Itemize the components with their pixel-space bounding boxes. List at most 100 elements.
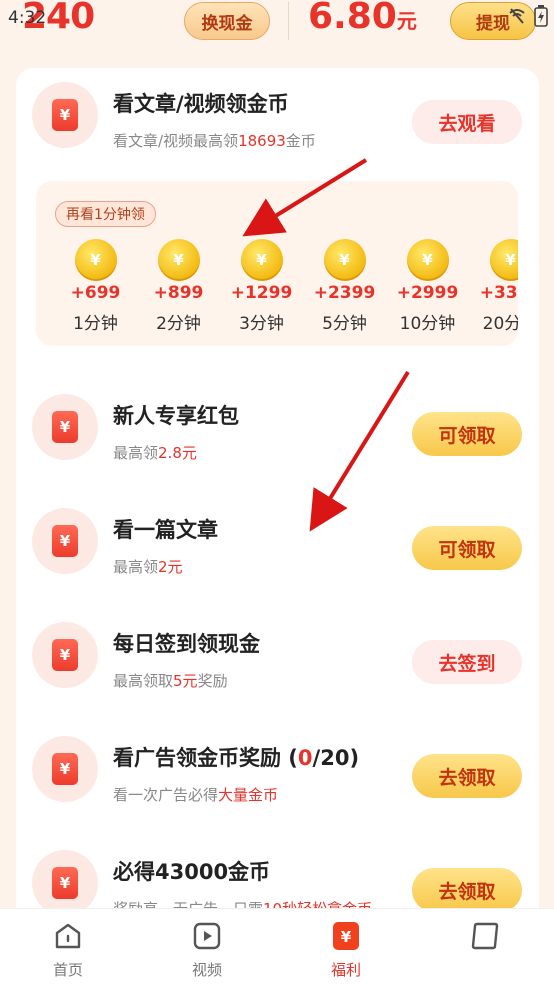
- nav-welfare[interactable]: ¥ 福利: [306, 919, 386, 980]
- welfare-red-packet-icon: ¥: [329, 919, 363, 953]
- cash-amount: 6.80: [308, 0, 397, 37]
- wifi-off-icon: [508, 7, 526, 29]
- gold-coin-icon: ¥: [74, 239, 117, 281]
- task-subtitle: 最高领2元: [113, 556, 183, 577]
- task-title: 看广告领金币奖励 (0/20): [113, 742, 359, 772]
- timeline-reward-item: ¥+3399 20分钟: [469, 239, 518, 334]
- task-subtitle-highlight: 大量金币: [218, 786, 279, 804]
- watch-button[interactable]: 去观看: [412, 100, 522, 144]
- yuan-envelope: ¥: [52, 525, 78, 557]
- reward-time: 5分钟: [322, 314, 367, 334]
- timeline-rewards: ¥ +699 1分钟 ¥ +899 2分钟 ¥ +1299 3分钟 ¥ +2399 5分钟 ¥ +…: [54, 239, 518, 334]
- task-subtitle: 看一次广告必得大量金币: [113, 784, 278, 805]
- reward-amount: +899: [153, 283, 204, 303]
- gold-coin-icon: ¥: [323, 239, 366, 281]
- reward-time: 1分钟: [73, 314, 118, 334]
- task-title: 每日签到领现金: [113, 632, 260, 656]
- red-packet-icon: ¥: [32, 508, 98, 574]
- gold-coin-icon: ¥: [157, 239, 200, 281]
- yuan-envelope: ¥: [52, 411, 78, 443]
- task-daily-checkin: ¥ 每日签到领现金 最高领取5元奖励 去签到: [16, 608, 539, 698]
- task-subtitle-suffix: 金币: [285, 132, 316, 150]
- task-title: 看一篇文章: [113, 518, 218, 542]
- task-title-text: 看广告领金币奖励 (: [113, 746, 298, 770]
- timeline-reward-item: ¥ +699 1分钟: [54, 239, 137, 334]
- task-subtitle: 最高领2.8元: [113, 442, 197, 463]
- claim-button[interactable]: 可领取: [412, 412, 522, 456]
- timeline-tag: 再看1分钟领: [55, 201, 156, 227]
- gold-coin-icon: ¥: [240, 239, 283, 281]
- ad-progress-total: /20): [312, 746, 360, 770]
- task-subtitle-text: 最高领: [113, 558, 159, 576]
- timeline-reward-item: ¥ +899 2分钟: [137, 239, 220, 334]
- nav-label: 福利: [330, 961, 361, 979]
- yuan-envelope: ¥: [52, 639, 78, 671]
- red-packet-icon: ¥: [32, 622, 98, 688]
- status-time: 4:32: [8, 8, 47, 28]
- checkin-button[interactable]: 去签到: [412, 640, 522, 684]
- timeline-reward-item: ¥ +2399 5分钟: [303, 239, 386, 334]
- bottom-nav: 首页 视频 ¥ 福利: [0, 908, 554, 984]
- red-packet-icon: ¥: [32, 82, 98, 148]
- task-subtitle: 看文章/视频最高领18693金币: [113, 130, 316, 151]
- task-subtitle-highlight: 2元: [158, 558, 183, 576]
- task-title: 必得43000金币: [113, 860, 271, 884]
- svg-text:¥: ¥: [341, 928, 352, 946]
- nav-home[interactable]: 首页: [28, 919, 108, 980]
- profile-square-icon: [468, 919, 502, 953]
- cash-unit: 元: [396, 9, 417, 33]
- reward-amount: +1299: [230, 283, 293, 303]
- battery-charging-icon: [534, 5, 548, 31]
- welfare-task-card: ¥ 看文章/视频领金币 看文章/视频最高领18693金币 去观看 再看1分钟领 …: [16, 68, 539, 938]
- claim-button[interactable]: 可领取: [412, 526, 522, 570]
- task-subtitle-text: 最高领: [113, 444, 159, 462]
- task-subtitle: 最高领取5元奖励: [113, 670, 228, 691]
- task-subtitle-highlight: 5元: [173, 672, 198, 690]
- task-watch-ads: ¥ 看广告领金币奖励 (0/20) 看一次广告必得大量金币 去领取: [16, 722, 539, 812]
- task-subtitle-highlight: 2.8元: [158, 444, 197, 462]
- red-packet-icon: ¥: [32, 850, 98, 916]
- reward-amount: +2399: [313, 283, 376, 303]
- red-packet-icon: ¥: [32, 736, 98, 802]
- reward-amount: +3399: [479, 283, 518, 303]
- task-read-article: ¥ 看一篇文章 最高领2元 可领取: [16, 494, 539, 584]
- nav-label: 首页: [52, 961, 83, 979]
- claim-button[interactable]: 去领取: [412, 754, 522, 798]
- task-title: 看文章/视频领金币: [113, 92, 289, 116]
- top-bar: 4:32 240 换现金 6.80元 提现: [0, 0, 554, 50]
- yuan-envelope: ¥: [52, 753, 78, 785]
- red-packet-icon: ¥: [32, 394, 98, 460]
- header-divider: [288, 2, 289, 40]
- task-subtitle-highlight: 18693: [238, 132, 286, 150]
- reward-amount: +699: [70, 283, 121, 303]
- video-play-icon: [190, 919, 224, 953]
- claim-button[interactable]: 去领取: [412, 868, 522, 912]
- nav-profile[interactable]: [445, 919, 525, 959]
- timeline-reward-item: ¥ +1299 3分钟: [220, 239, 303, 334]
- reward-time: 2分钟: [156, 314, 201, 334]
- reward-amount: +2999: [396, 283, 459, 303]
- task-subtitle-text: 看文章/视频最高领: [113, 132, 239, 150]
- gold-coin-icon: ¥: [489, 239, 518, 281]
- reading-timeline: 再看1分钟领 ¥ +699 1分钟 ¥ +899 2分钟 ¥ +1299 3分钟 ¥ +239…: [36, 181, 518, 346]
- gold-coin-icon: ¥: [406, 239, 449, 281]
- nav-video[interactable]: 视频: [167, 919, 247, 980]
- task-watch-content: ¥ 看文章/视频领金币 看文章/视频最高领18693金币 去观看: [16, 68, 539, 158]
- task-new-user-packet: ¥ 新人专享红包 最高领2.8元 可领取: [16, 380, 539, 470]
- reward-time: 10分钟: [399, 314, 456, 334]
- nav-label: 视频: [191, 961, 222, 979]
- reward-time: 3分钟: [239, 314, 284, 334]
- cash-balance: 6.80元: [308, 0, 417, 37]
- task-subtitle-suffix: 奖励: [197, 672, 228, 690]
- task-subtitle-text: 看一次广告必得: [113, 786, 219, 804]
- task-subtitle-text: 最高领取: [113, 672, 174, 690]
- task-title: 新人专享红包: [113, 404, 239, 428]
- home-icon: [51, 919, 85, 953]
- exchange-cash-button[interactable]: 换现金: [184, 2, 270, 40]
- ad-progress-count: 0: [297, 746, 313, 770]
- yuan-envelope: ¥: [52, 867, 78, 899]
- timeline-reward-item: ¥ +2999 10分钟: [386, 239, 469, 334]
- yuan-envelope: ¥: [52, 99, 78, 131]
- reward-time: 20分钟: [482, 314, 518, 334]
- status-icons: [484, 5, 554, 31]
